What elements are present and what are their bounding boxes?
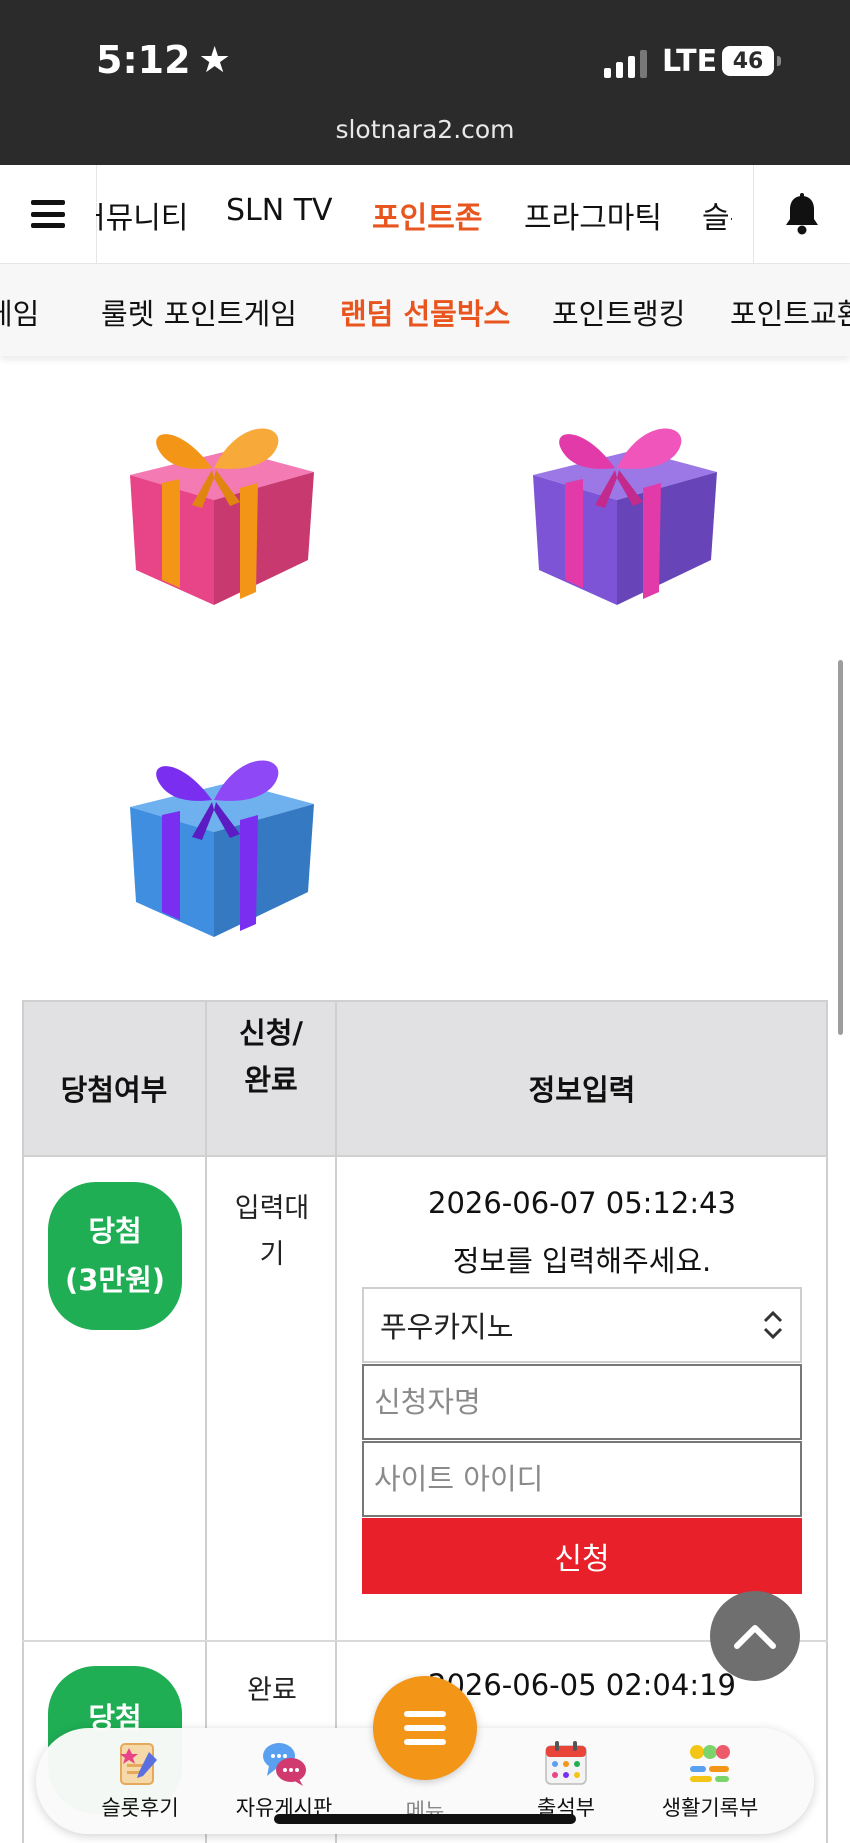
tab-random-giftbox[interactable]: 랜덤 선물박스 xyxy=(340,291,510,333)
tab-roulette-game[interactable]: 룰렛 포인트게임 xyxy=(101,291,297,333)
column-divider xyxy=(205,1000,207,1843)
tab-point-exchange[interactable]: 포인트교환 xyxy=(730,291,850,333)
review-pencil-icon xyxy=(120,1743,157,1785)
tab-slot[interactable]: 슬롯 xyxy=(702,193,732,237)
signal-icon xyxy=(604,48,647,78)
gift-box-blue[interactable] xyxy=(122,742,322,942)
site-id-input[interactable] xyxy=(362,1441,802,1517)
tab-point-zone[interactable]: 포인트존 xyxy=(372,193,482,237)
chevron-updown-icon xyxy=(763,1310,783,1340)
clock-text: 5:12 xyxy=(96,38,191,82)
status-time: 5:12 ★ xyxy=(96,38,231,82)
network-label: LTE xyxy=(662,44,718,79)
status-pending: 입력대 기 xyxy=(222,1186,322,1278)
chevron-up-icon xyxy=(734,1625,776,1649)
page-scrollbar[interactable] xyxy=(838,660,843,1035)
info-prompt: 정보를 입력해주세요. xyxy=(452,1244,712,1278)
casino-select[interactable]: 푸우카지노 xyxy=(362,1287,802,1363)
tab-point-ranking[interactable]: 포인트랭킹 xyxy=(552,291,685,333)
header-status-line2: 완료 xyxy=(244,1062,298,1097)
menu-fab-button[interactable] xyxy=(373,1676,477,1780)
table-border-left xyxy=(22,1000,24,1843)
tab-game[interactable]: 게임 xyxy=(0,291,39,333)
win-datetime: 2026-06-07 05:12:43 xyxy=(428,1186,736,1220)
bottom-nav-slot-review[interactable]: 슬롯후기 xyxy=(70,1728,210,1834)
home-indicator xyxy=(274,1814,576,1824)
header-info: 정보입력 xyxy=(528,1072,636,1107)
menu-icon xyxy=(404,1711,446,1745)
bottom-nav-label: 생활기록부 xyxy=(661,1796,759,1820)
row-divider xyxy=(22,1640,828,1642)
header-status: 신청/ 완료 xyxy=(206,1000,336,1153)
primary-tabs: 커뮤니티 SLN TV 포인트존 프라그마틱 슬롯 xyxy=(96,165,732,263)
bottom-nav-life-record[interactable]: 생활기록부 xyxy=(640,1728,780,1834)
star-icon: ★ xyxy=(198,39,231,81)
header-status-line1: 신청/ xyxy=(239,1016,303,1051)
status-bar: 5:12 ★ LTE 46 slotnara2.com xyxy=(0,0,850,165)
table-border-right xyxy=(826,1000,828,1843)
secondary-nav: 게임 룰렛 포인트게임 랜덤 선물박스 포인트랭킹 포인트교환 xyxy=(0,264,850,356)
calendar-icon xyxy=(545,1741,587,1785)
status-line2: 기 xyxy=(259,1238,285,1270)
url-bar[interactable]: slotnara2.com xyxy=(0,115,850,144)
gift-box-purple[interactable] xyxy=(525,410,725,610)
tab-sln-tv[interactable]: SLN TV xyxy=(226,193,333,228)
notification-button[interactable] xyxy=(753,165,850,263)
battery-tip xyxy=(777,56,781,66)
battery-icon: 46 xyxy=(722,46,774,76)
tab-community[interactable]: 커뮤니티 xyxy=(96,193,188,237)
applicant-name-input[interactable] xyxy=(362,1364,802,1440)
apply-button[interactable]: 신청 xyxy=(362,1518,802,1594)
status-line1: 입력대 xyxy=(234,1193,310,1224)
emoji-faces-icon xyxy=(690,1745,730,1782)
hamburger-icon xyxy=(31,200,65,228)
scroll-to-top-button[interactable] xyxy=(710,1591,800,1681)
tab-pragmatic[interactable]: 프라그마틱 xyxy=(524,193,662,237)
bottom-nav-label: 슬롯후기 xyxy=(101,1796,179,1820)
status-complete: 완료 xyxy=(247,1675,297,1706)
badge-label: 당첨 xyxy=(88,1213,142,1248)
hamburger-menu-button[interactable] xyxy=(0,165,97,263)
primary-nav: 커뮤니티 SLN TV 포인트존 프라그마틱 슬롯 xyxy=(0,165,850,264)
win-badge: 당첨 (3만원) xyxy=(48,1182,182,1330)
chat-bubbles-icon xyxy=(263,1743,306,1786)
badge-amount: (3만원) xyxy=(64,1263,166,1297)
header-result: 당첨여부 xyxy=(60,1072,168,1107)
bell-icon xyxy=(786,193,818,235)
select-value: 푸우카지노 xyxy=(380,1310,514,1344)
column-divider xyxy=(335,1000,337,1843)
gift-box-pink[interactable] xyxy=(122,410,322,610)
